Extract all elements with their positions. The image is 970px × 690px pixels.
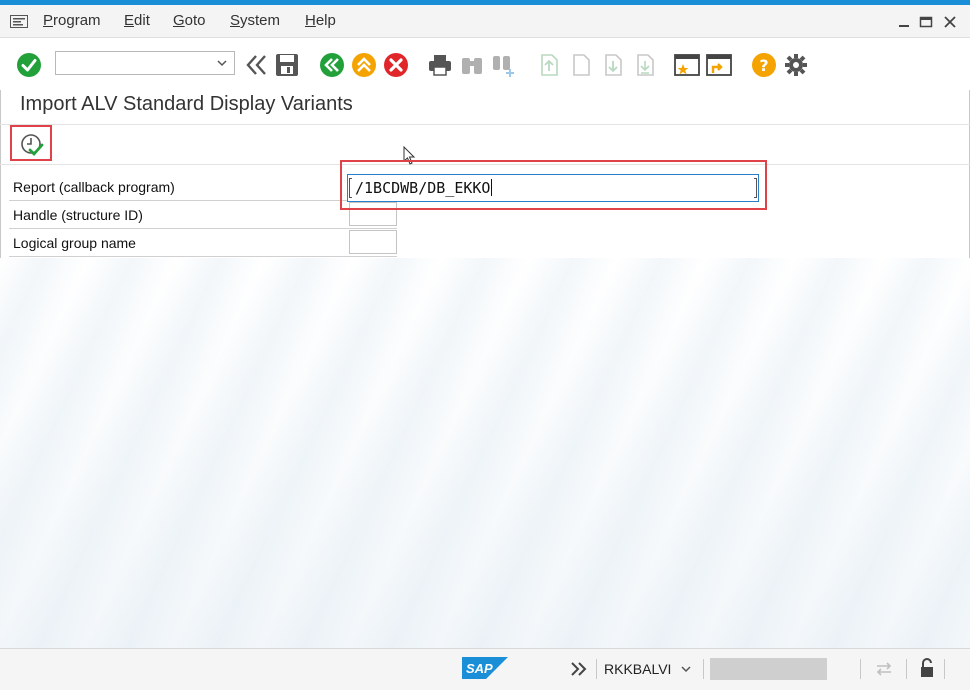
status-bar: SAP RKKBALVI xyxy=(0,648,970,690)
help-icon[interactable]: ? xyxy=(751,52,777,78)
report-row: Report (callback program) xyxy=(9,172,397,201)
content-background xyxy=(0,258,970,648)
execute-button[interactable] xyxy=(10,125,52,161)
settings-icon[interactable] xyxy=(783,52,809,78)
field-bracket-right xyxy=(754,178,757,198)
enter-icon[interactable] xyxy=(16,52,42,78)
chevron-down-icon[interactable] xyxy=(216,57,228,69)
text-caret xyxy=(491,179,493,196)
menu-goto[interactable]: Goto xyxy=(173,12,206,29)
previous-page-icon[interactable] xyxy=(568,52,594,78)
last-page-icon[interactable] xyxy=(632,52,658,78)
next-page-icon[interactable] xyxy=(600,52,626,78)
logical-group-label: Logical group name xyxy=(13,235,136,251)
logical-group-row: Logical group name xyxy=(9,228,397,257)
back-double-chevron-icon[interactable] xyxy=(244,52,270,78)
status-separator xyxy=(596,659,597,679)
create-session-icon[interactable] xyxy=(674,52,700,78)
find-icon[interactable] xyxy=(459,52,485,78)
standard-toolbar: ? xyxy=(0,38,970,90)
title-separator xyxy=(0,124,970,125)
command-field[interactable] xyxy=(55,51,235,75)
page-title: Import ALV Standard Display Variants xyxy=(20,93,353,115)
find-next-icon[interactable] xyxy=(490,52,516,78)
report-input-value: /1BCDWB/DB_EKKO xyxy=(355,179,491,197)
menu-toggle-icon[interactable] xyxy=(10,15,28,28)
minimize-icon[interactable] xyxy=(896,14,912,30)
menu-help[interactable]: Help xyxy=(305,12,336,29)
system-info-field xyxy=(710,658,827,680)
field-bracket-left xyxy=(349,178,352,198)
menu-system[interactable]: System xyxy=(230,12,280,29)
logical-group-input[interactable] xyxy=(349,230,397,254)
execute-clock-icon xyxy=(21,134,44,157)
svg-text:?: ? xyxy=(759,56,768,75)
transfer-icon[interactable] xyxy=(874,660,894,678)
status-separator xyxy=(944,659,945,679)
cancel-icon[interactable] xyxy=(383,52,409,78)
menu-program[interactable]: Program xyxy=(43,12,101,29)
report-label: Report (callback program) xyxy=(13,179,175,195)
report-input[interactable]: /1BCDWB/DB_EKKO xyxy=(347,174,759,202)
handle-label: Handle (structure ID) xyxy=(13,207,143,223)
status-separator xyxy=(703,659,704,679)
exit-icon[interactable] xyxy=(351,52,377,78)
sap-logo-text: SAP xyxy=(466,661,493,676)
chevron-down-icon[interactable] xyxy=(680,663,692,675)
status-separator xyxy=(860,659,861,679)
close-window-icon[interactable] xyxy=(942,14,958,30)
save-icon[interactable] xyxy=(274,52,300,78)
maximize-icon[interactable] xyxy=(918,14,934,30)
back-icon[interactable] xyxy=(319,52,345,78)
first-page-icon[interactable] xyxy=(536,52,562,78)
handle-row: Handle (structure ID) xyxy=(9,200,397,229)
menu-edit[interactable]: Edit xyxy=(124,12,150,29)
sap-logo-icon: SAP xyxy=(462,657,508,679)
print-icon[interactable] xyxy=(427,52,453,78)
status-separator xyxy=(906,659,907,679)
program-name: RKKBALVI xyxy=(604,661,672,677)
shortcut-icon[interactable] xyxy=(706,52,732,78)
expand-status-icon[interactable] xyxy=(570,660,588,678)
lock-icon[interactable] xyxy=(918,658,936,678)
menu-bar: Program Edit Goto System Help xyxy=(0,5,970,38)
